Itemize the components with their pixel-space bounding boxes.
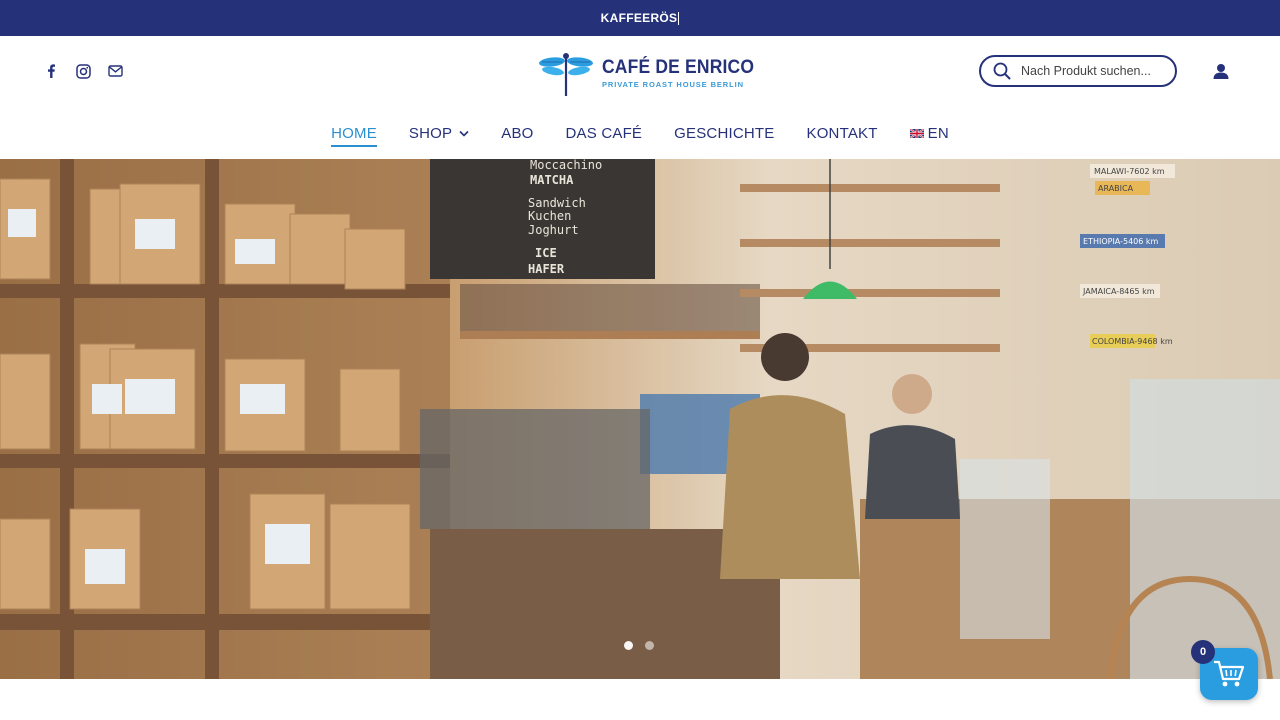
- search-icon[interactable]: [993, 62, 1011, 80]
- cart-count-badge: 0: [1191, 640, 1215, 664]
- slider-dot-1[interactable]: [624, 641, 633, 650]
- nav-label: DAS CAFÉ: [565, 124, 643, 142]
- nav-label: GESCHICHTE: [674, 124, 775, 142]
- facebook-icon[interactable]: [42, 62, 60, 80]
- nav-label: ABO: [501, 124, 534, 142]
- nav-item-abo[interactable]: ABO: [485, 120, 549, 146]
- announcement-text: KAFFEERÖS: [600, 11, 678, 25]
- shopping-cart-icon: [1214, 660, 1245, 687]
- user-account-icon[interactable]: [1211, 62, 1231, 82]
- site-header: CAFÉ DE ENRICO PRIVATE ROAST HOUSE BERLI…: [0, 36, 1280, 159]
- nav-label: SHOP: [408, 124, 453, 142]
- announcement-bar: KAFFEERÖS: [0, 0, 1280, 36]
- site-logo[interactable]: CAFÉ DE ENRICO PRIVATE ROAST HOUSE BERLI…: [538, 50, 767, 96]
- social-links: [42, 62, 124, 80]
- hero-slider[interactable]: Moccachino MATCHA Sandwich Kuchen Joghur…: [0, 159, 1280, 679]
- nav-item-language-en[interactable]: EN: [894, 120, 965, 146]
- brand-name: CAFÉ DE ENRICO: [602, 56, 755, 78]
- slider-dots: [624, 641, 654, 650]
- brand-text: CAFÉ DE ENRICO PRIVATE ROAST HOUSE BERLI…: [602, 56, 767, 89]
- nav-item-kontakt[interactable]: KONTAKT: [790, 120, 893, 146]
- nav-item-geschichte[interactable]: GESCHICHTE: [658, 120, 790, 146]
- brand-tagline: PRIVATE ROAST HOUSE BERLIN: [602, 79, 744, 89]
- uk-flag-icon: [909, 128, 924, 138]
- nav-label: HOME: [331, 124, 377, 142]
- instagram-icon[interactable]: [74, 62, 92, 80]
- nav-item-home[interactable]: HOME: [315, 120, 393, 147]
- text-caret: [678, 11, 680, 25]
- mail-icon[interactable]: [106, 62, 124, 80]
- nav-label: EN: [927, 124, 949, 142]
- product-search[interactable]: [979, 55, 1177, 87]
- dragonfly-icon: [539, 53, 593, 96]
- hero-image: Moccachino MATCHA Sandwich Kuchen Joghur…: [0, 159, 1280, 679]
- nav-item-das-cafe[interactable]: DAS CAFÉ: [550, 120, 659, 146]
- slider-dot-2[interactable]: [645, 641, 654, 650]
- chevron-down-icon: [459, 130, 469, 137]
- main-navigation: HOME SHOP ABO DAS CAFÉ GESCHICHTE KONTAK…: [0, 120, 1280, 150]
- nav-label: KONTAKT: [806, 124, 878, 142]
- nav-item-shop[interactable]: SHOP: [393, 120, 485, 146]
- search-input[interactable]: [1021, 64, 1161, 78]
